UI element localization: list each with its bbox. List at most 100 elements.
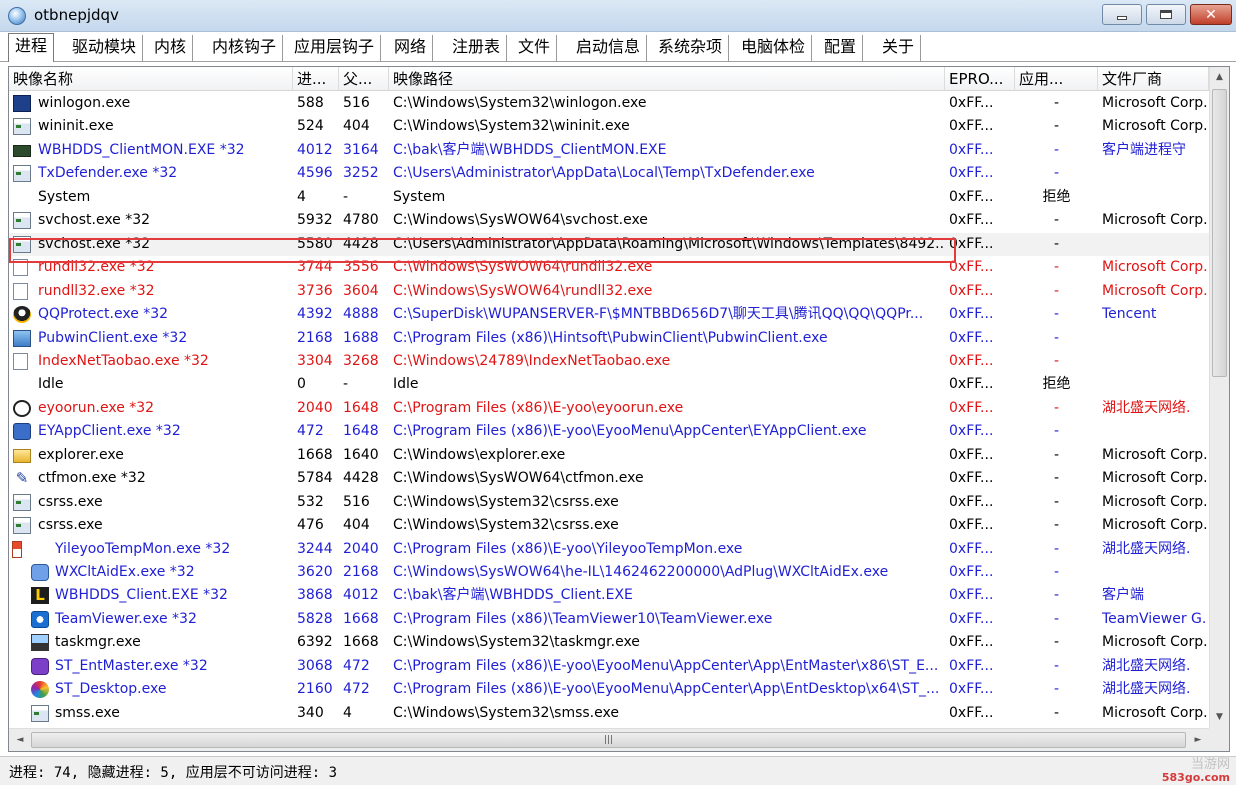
table-row[interactable]: Idle 0 - Idle 0xFF... 拒绝	[9, 373, 1209, 396]
table-row[interactable]: winlogon.exe 588 516 C:\Windows\System32\wi…	[9, 92, 1209, 115]
table-row[interactable]: csrss.exe 532 516 C:\Windows\System32\csrss…	[9, 491, 1209, 514]
tab-4[interactable]: 应用层钩子	[288, 35, 382, 61]
table-row[interactable]: ST_Desktop.exe 2160 472 C:\Program Files (x…	[9, 678, 1209, 701]
scroll-left-icon[interactable]: ◄	[11, 729, 29, 751]
cell-eprocess: 0xFF...	[949, 470, 994, 487]
table-row[interactable]: TeamViewer.exe *32 5828 1668 C:\Program Fil…	[9, 608, 1209, 631]
cell-name: csrss.exe	[38, 493, 103, 510]
cell-access: -	[1053, 282, 1060, 299]
close-icon: ✕	[1205, 6, 1217, 23]
cell-vendor: Microsoft Corp.	[1102, 634, 1208, 651]
tab-1[interactable]: 驱动模块	[66, 35, 144, 61]
document-icon	[13, 352, 28, 370]
tab-7[interactable]: 文件	[512, 35, 558, 61]
column-header-4[interactable]: EPRO...	[945, 67, 1015, 91]
cell-vendor	[1098, 162, 1209, 185]
tab-0[interactable]: 进程	[8, 33, 55, 62]
cell-eprocess: 0xFF...	[949, 282, 994, 299]
scroll-up-icon[interactable]: ▲	[1210, 69, 1229, 86]
tab-2[interactable]: 内核	[148, 35, 194, 61]
column-header-5[interactable]: 应用...	[1015, 67, 1098, 91]
cell-name: WXCltAidEx.exe *32	[55, 564, 195, 580]
scroll-right-icon[interactable]: ►	[1189, 729, 1207, 751]
horizontal-scrollbar[interactable]: ◄ ||| ►	[9, 728, 1209, 751]
cell-pid: 2168	[297, 329, 333, 346]
tab-3[interactable]: 内核钩子	[206, 35, 284, 61]
cell-pid: 1668	[297, 446, 333, 463]
cell-name: System	[38, 188, 91, 205]
table-row[interactable]: rundll32.exe *32 3744 3556 C:\Windows\SysWO…	[9, 256, 1209, 279]
cell-access: -	[1053, 493, 1060, 510]
column-header-0[interactable]: 映像名称	[9, 67, 293, 91]
cell-ppid: 4	[343, 704, 352, 721]
cell-access: -	[1053, 681, 1060, 698]
document-icon	[13, 282, 28, 300]
pen-icon: ✎	[15, 469, 29, 488]
vertical-scroll-thumb[interactable]	[1212, 89, 1227, 377]
table-row[interactable]: ✎ ctfmon.exe *32 5784 4428 C:\Windows\SysWOW…	[9, 467, 1209, 490]
cell-ppid: 1640	[343, 446, 379, 463]
table-row[interactable]: EYAppClient.exe *32 472 1648 C:\Program Fil…	[9, 420, 1209, 443]
app-window-icon	[13, 235, 31, 253]
minimize-button[interactable]	[1102, 4, 1142, 25]
table-row[interactable]: smss.exe 340 4 C:\Windows\System32\smss.exe…	[9, 702, 1209, 725]
table-row[interactable]: PubwinClient.exe *32 2168 1688 C:\Program F…	[9, 327, 1209, 350]
table-row[interactable]: rundll32.exe *32 3736 3604 C:\Windows\SysWO…	[9, 280, 1209, 303]
cell-eprocess: 0xFF...	[949, 564, 994, 580]
table-row[interactable]: System 4 - System 0xFF... 拒绝	[9, 186, 1209, 209]
tab-8[interactable]: 启动信息	[570, 35, 648, 61]
tab-9[interactable]: 系统杂项	[652, 35, 730, 61]
table-row[interactable]: explorer.exe 1668 1640 C:\Windows\explorer.…	[9, 444, 1209, 467]
cell-vendor: Microsoft Corp.	[1102, 704, 1208, 721]
table-row[interactable]: WBHDDS_ClientMON.EXE *32 4012 3164 C:\bak\客…	[9, 139, 1209, 162]
table-row[interactable]: IndexNetTaobao.exe *32 3304 3268 C:\Windows…	[9, 350, 1209, 373]
tab-5[interactable]: 网络	[388, 35, 434, 61]
horizontal-scroll-thumb[interactable]: |||	[31, 732, 1186, 748]
cell-pid: 5932	[297, 212, 333, 229]
cell-eprocess: 0xFF...	[949, 306, 994, 323]
column-header-6[interactable]: 文件厂商	[1098, 67, 1209, 91]
cell-pid: 532	[297, 493, 324, 510]
tab-10[interactable]: 电脑体检	[735, 35, 813, 61]
cell-access: -	[1053, 587, 1060, 604]
cell-name: IndexNetTaobao.exe *32	[38, 352, 209, 369]
cell-vendor: Microsoft Corp.	[1102, 493, 1208, 510]
tab-12[interactable]: 关于	[876, 35, 922, 61]
cell-ppid: 4888	[343, 306, 379, 323]
table-row[interactable]: WXCltAidEx.exe *32 3620 2168 C:\Windows\Sys…	[9, 561, 1209, 584]
cell-ppid: 472	[343, 657, 370, 674]
cell-vendor	[1098, 350, 1209, 373]
cell-eprocess: 0xFF...	[949, 517, 994, 534]
table-row[interactable]: wininit.exe 524 404 C:\Windows\System32\win…	[9, 115, 1209, 138]
tab-6[interactable]: 注册表	[446, 35, 508, 61]
cell-access: -	[1053, 329, 1060, 346]
cell-pid: 340	[297, 704, 324, 721]
tab-11[interactable]: 配置	[818, 35, 864, 61]
cell-name: svchost.exe *32	[38, 235, 151, 252]
table-row[interactable]: L WBHDDS_Client.EXE *32 3868 4012 C:\bak\客户端…	[9, 584, 1209, 607]
table-row[interactable]: svchost.exe *32 5932 4780 C:\Windows\SysWOW…	[9, 209, 1209, 232]
cell-pid: 524	[297, 118, 324, 135]
table-row[interactable]: csrss.exe 476 404 C:\Windows\System32\csrss…	[9, 514, 1209, 537]
scroll-down-icon[interactable]: ▼	[1210, 709, 1229, 726]
table-row[interactable]: eyoorun.exe *32 2040 1648 C:\Program Files …	[9, 397, 1209, 420]
vertical-scrollbar[interactable]: ▲ ▼	[1209, 67, 1229, 728]
app-window-icon	[13, 517, 31, 535]
cell-vendor: 客户端	[1102, 587, 1144, 604]
table-row[interactable]: svchost.exe *32 5580 4428 C:\Users\Administ…	[9, 232, 1209, 257]
table-row[interactable]: ST_EntMaster.exe *32 3068 472 C:\Program Fi…	[9, 655, 1209, 678]
maximize-button[interactable]	[1146, 4, 1186, 25]
table-row[interactable]: taskmgr.exe 6392 1668 C:\Windows\System32\t…	[9, 631, 1209, 654]
cell-access: -	[1053, 564, 1060, 580]
column-header-2[interactable]: 父...	[339, 67, 389, 91]
cell-access: -	[1053, 352, 1060, 369]
column-header-1[interactable]: 进...	[293, 67, 339, 91]
column-header-3[interactable]: 映像路径	[389, 67, 945, 91]
cell-pid: 3736	[297, 282, 333, 299]
cell-vendor	[1098, 233, 1209, 256]
table-row[interactable]: YileyooTempMon.exe *32 3244 2040 C:\Program…	[9, 538, 1209, 561]
close-button[interactable]: ✕	[1190, 4, 1232, 25]
cell-eprocess: 0xFF...	[949, 493, 994, 510]
table-row[interactable]: TxDefender.exe *32 4596 3252 C:\Users\Admin…	[9, 162, 1209, 185]
table-row[interactable]: QQProtect.exe *32 4392 4888 C:\SuperDisk\WU…	[9, 303, 1209, 326]
